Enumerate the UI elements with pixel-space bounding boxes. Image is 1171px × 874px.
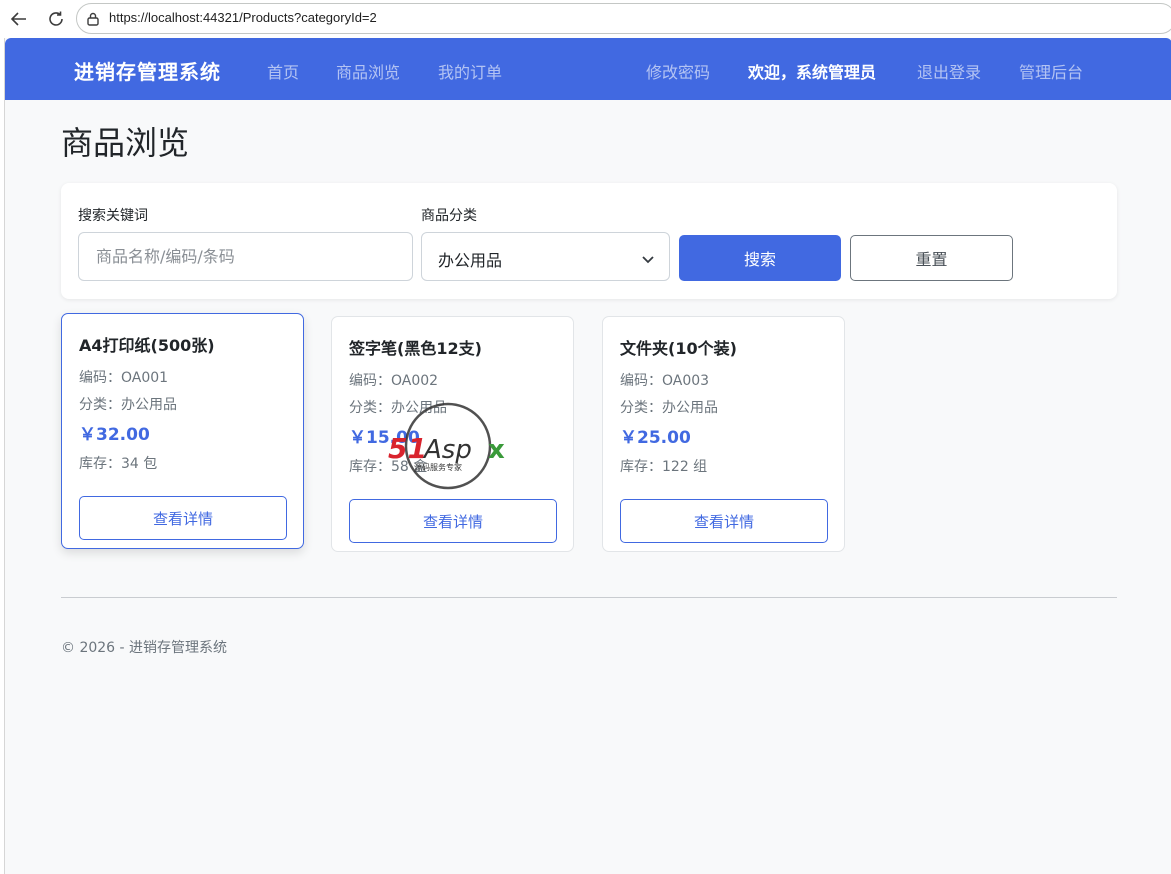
product-price: ￥25.00 [620, 428, 691, 448]
nav-change-password[interactable]: 修改密码 [646, 59, 710, 83]
footer-copyright: © 2026 - 进销存管理系统 [61, 640, 228, 656]
search-button[interactable]: 搜索 [679, 235, 841, 281]
address-bar[interactable]: https://localhost:44321/Products?categor… [76, 3, 1171, 34]
keyword-label: 搜索关键词 [78, 208, 148, 224]
reset-button[interactable]: 重置 [850, 235, 1013, 281]
site-info-icon[interactable] [86, 11, 100, 31]
watermark-logo-icon: 51 Asp x 源码服务专家 [388, 402, 505, 490]
svg-text:源码服务专家: 源码服务专家 [414, 462, 462, 472]
nav-welcome-user[interactable]: 欢迎，系统管理员 [748, 59, 876, 83]
reload-icon[interactable] [43, 6, 69, 32]
chevron-down-icon [641, 250, 655, 269]
nav-logout[interactable]: 退出登录 [917, 59, 981, 83]
product-code: 编码：OA003 [620, 373, 710, 389]
product-card[interactable]: A4打印纸(500张) 编码：OA001 分类：办公用品 ￥32.00 库存：3… [61, 313, 304, 549]
back-icon[interactable] [6, 6, 32, 32]
view-details-button[interactable]: 查看详情 [620, 499, 828, 543]
product-category: 分类：办公用品 [79, 397, 177, 413]
category-select[interactable]: 办公用品 [421, 232, 670, 281]
search-panel: 搜索关键词 商品分类 办公用品 搜索 重置 [61, 183, 1117, 299]
nav-products[interactable]: 商品浏览 [336, 59, 400, 83]
brand-logo-text[interactable]: 进销存管理系统 [74, 56, 221, 85]
view-details-button[interactable]: 查看详情 [349, 499, 557, 543]
url-text: https://localhost:44321/Products?categor… [109, 10, 377, 25]
svg-text:51: 51 [388, 432, 427, 465]
page-title: 商品浏览 [61, 124, 190, 162]
app-frame: 进销存管理系统 首页 商品浏览 我的订单 修改密码 欢迎，系统管理员 退出登录 … [4, 38, 1171, 874]
product-name: 签字笔(黑色12支) [349, 339, 482, 358]
product-price: ￥32.00 [79, 425, 150, 445]
product-stock: 库存：122 组 [620, 459, 708, 475]
product-name: 文件夹(10个装) [620, 339, 737, 358]
nav-my-orders[interactable]: 我的订单 [438, 59, 502, 83]
nav-admin[interactable]: 管理后台 [1019, 59, 1083, 83]
top-navbar: 进销存管理系统 首页 商品浏览 我的订单 修改密码 欢迎，系统管理员 退出登录 … [5, 38, 1171, 100]
product-stock: 库存：34 包 [79, 456, 158, 472]
category-label: 商品分类 [421, 208, 477, 224]
product-code: 编码：OA002 [349, 373, 439, 389]
browser-toolbar: https://localhost:44321/Products?categor… [0, 0, 1171, 38]
product-category: 分类：办公用品 [620, 400, 718, 416]
nav-home[interactable]: 首页 [267, 59, 299, 83]
category-select-value: 办公用品 [438, 251, 503, 270]
product-name: A4打印纸(500张) [79, 336, 215, 355]
footer-divider [61, 597, 1117, 598]
keyword-input[interactable] [78, 232, 413, 281]
svg-text:x: x [488, 435, 505, 465]
product-card[interactable]: 文件夹(10个装) 编码：OA003 分类：办公用品 ￥25.00 库存：122… [602, 316, 845, 552]
product-code: 编码：OA001 [79, 370, 169, 386]
svg-text:Asp: Asp [422, 435, 472, 465]
view-details-button[interactable]: 查看详情 [79, 496, 287, 540]
main-content: 商品浏览 搜索关键词 商品分类 办公用品 搜索 重置 A4打印纸(500张) 编… [5, 100, 1171, 874]
